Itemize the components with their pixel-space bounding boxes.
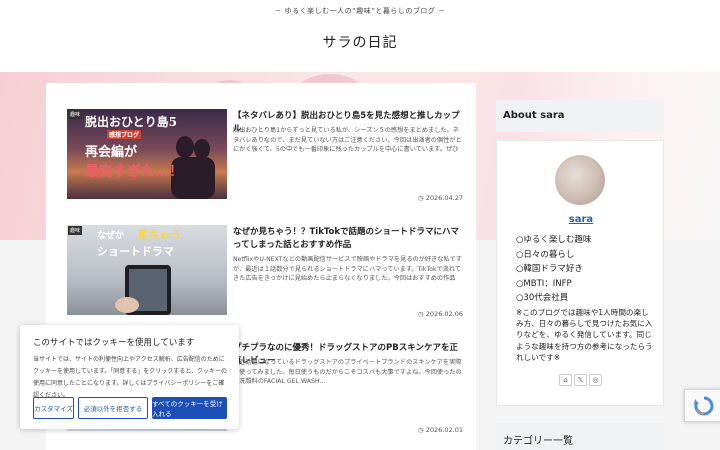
- site-title[interactable]: サラの日記: [0, 32, 720, 52]
- about-title: About sara: [503, 110, 565, 121]
- thumbnail-text: なぜか: [97, 231, 125, 241]
- profile-line: ○韓国ドラマ好き: [516, 264, 583, 275]
- profile-line: ○ゆるく楽しむ趣味: [516, 235, 592, 245]
- accept-all-button[interactable]: すべてのクッキーを受け入れる: [152, 397, 227, 419]
- thumbnail-text: 最高すぎた…！: [85, 164, 183, 180]
- thumbnail-text: 再会編が: [85, 145, 138, 160]
- clock-icon: ◷: [418, 426, 426, 434]
- post-snippet: NetflixやU-NEXTなどの動画配信サービスで映画やドラマを見るのが好きな…: [233, 256, 462, 283]
- post-date: ◷ 2026.02.01: [418, 426, 463, 434]
- cookie-text: 当サイトでは、サイトの利便性向上やアクセス解析、広告配信のためにクッキーを使用し…: [33, 356, 227, 399]
- cookie-title: このサイトではクッキーを使用しています: [33, 338, 195, 348]
- thumbnail-text: 感想ブログ: [107, 130, 142, 139]
- x-icon[interactable]: 𝕏: [574, 374, 587, 386]
- profile-line: ○MBTI：INFP: [516, 278, 572, 289]
- site-tagline: － ゆるく楽しむ一人の“趣味”と暮らしのブログ －: [274, 7, 446, 15]
- avatar: [555, 155, 605, 205]
- post-date-text: 2026.02.01: [425, 426, 463, 434]
- profile-line: ○30代会社員: [516, 293, 569, 304]
- profile-widget: sara ○ゆるく楽しむ趣味 ○日々の暮らし ○韓国ドラマ好き ○MBTI：IN…: [496, 140, 664, 406]
- post-date-text: 2026.02.06: [425, 310, 463, 318]
- recaptcha-icon: [694, 396, 714, 415]
- post-snippet: 脱出おひとり島1からずっと見ている私が、シーズン５の感想をまとめました。ネタバレ…: [233, 127, 462, 154]
- cookie-consent-banner: このサイトではクッキーを使用しています 当サイトでは、サイトの利便性向上やアクセ…: [20, 325, 239, 429]
- profile-lines: ○ゆるく楽しむ趣味 ○日々の暮らし ○韓国ドラマ好き ○MBTI：INFP ○3…: [516, 233, 656, 306]
- post-date: ◷ 2026.04.27: [418, 194, 463, 202]
- post-card[interactable]: 脱出おひとり島5 感想ブログ 再会編が 最高すぎた…！ 趣味 【ネタバレあり】脱…: [67, 109, 463, 209]
- post-date: ◷ 2026.02.06: [418, 310, 463, 318]
- post-date-text: 2026.04.27: [425, 194, 463, 202]
- clock-icon: ◷: [418, 194, 426, 202]
- sidebar-widget-header: About sara: [496, 100, 664, 132]
- social-links: ⌂ 𝕏 ◎: [559, 374, 602, 386]
- post-thumbnail[interactable]: なぜか 見ちゃう ショートドラマ 趣味: [67, 225, 227, 315]
- clock-icon: ◷: [418, 310, 426, 318]
- home-icon[interactable]: ⌂: [559, 374, 572, 386]
- customize-button[interactable]: カスタマイズ: [33, 397, 74, 419]
- profile-note: ※このブログでは趣味や1人時間の楽しみ方、日々の暮らしで見つけたお気に入りなどを…: [516, 308, 653, 362]
- post-snippet: 最近話題になっているドラッグストアのプライベートブランドのスキンケアを実際に使っ…: [233, 359, 462, 386]
- thumbnail-text: ショートドラマ: [97, 245, 174, 258]
- category-list-title: カテゴリー一覧: [503, 436, 573, 447]
- recaptcha-badge[interactable]: [684, 389, 720, 422]
- thumbnail-text: 脱出おひとり島5: [85, 115, 177, 129]
- thumbnail-text: 見ちゃう: [137, 229, 181, 242]
- sidebar-widget-header: カテゴリー一覧: [496, 423, 664, 450]
- post-title[interactable]: なぜか見ちゃう！？TikTokで話題のショートドラマにハマってしまった話とおすす…: [233, 226, 463, 252]
- category-tag: 趣味: [68, 226, 83, 235]
- instagram-icon[interactable]: ◎: [589, 374, 602, 386]
- post-card[interactable]: なぜか 見ちゃう ショートドラマ 趣味 なぜか見ちゃう！？TikTokで話題のシ…: [67, 225, 463, 325]
- reject-nonessential-button[interactable]: 必須以外を拒否する: [78, 397, 148, 419]
- post-thumbnail[interactable]: 脱出おひとり島5 感想ブログ 再会編が 最高すぎた…！ 趣味: [67, 109, 227, 199]
- category-tag: 趣味: [68, 110, 83, 119]
- profile-name-link[interactable]: sara: [497, 214, 665, 225]
- profile-line: ○日々の暮らし: [516, 249, 575, 260]
- site-header: － ゆるく楽しむ一人の“趣味”と暮らしのブログ － サラの日記: [0, 0, 720, 72]
